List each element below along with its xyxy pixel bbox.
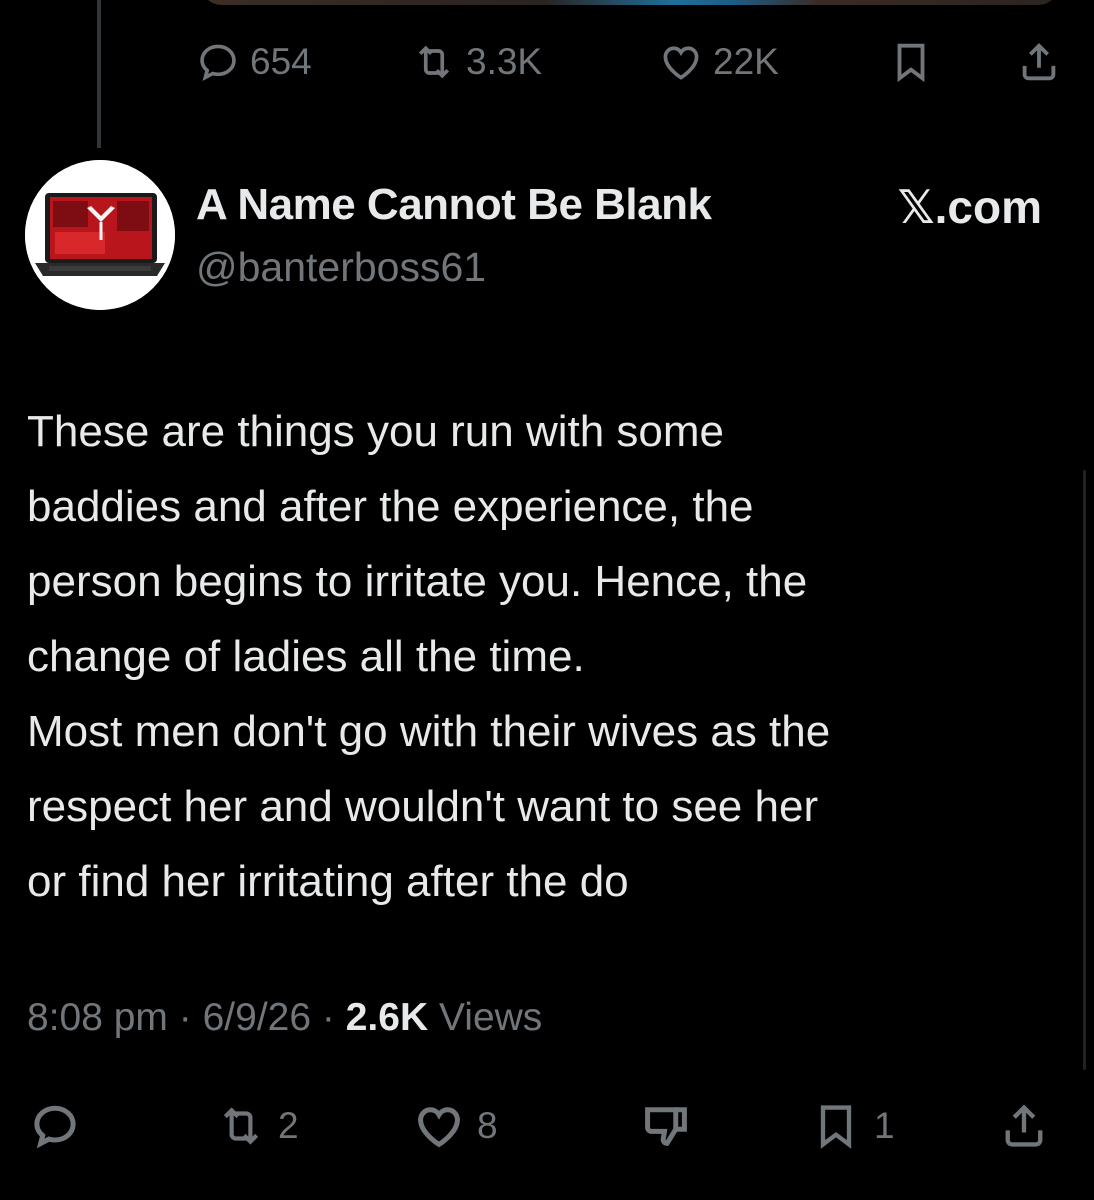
like-count: 8 (477, 1105, 498, 1146)
bookmark-count: 1 (874, 1105, 895, 1146)
like-icon (663, 46, 699, 80)
previous-reply-button[interactable]: 654 (196, 40, 312, 84)
tweet-time[interactable]: 8:08 pm (27, 996, 168, 1039)
avatar[interactable] (25, 160, 175, 310)
dislike-button[interactable] (640, 1100, 692, 1152)
like-button[interactable]: 8 (413, 1100, 498, 1152)
thread-connector-line (97, 0, 101, 148)
author-handle[interactable]: @banterboss61 (196, 244, 486, 291)
share-button[interactable] (998, 1100, 1050, 1152)
tweet-date[interactable]: 6/9/26 (203, 996, 311, 1039)
views-label: Views (438, 996, 543, 1039)
meta-separator: · (178, 996, 192, 1039)
previous-like-button[interactable]: 22K (659, 40, 779, 84)
bookmark-icon (820, 1105, 852, 1149)
like-icon (418, 1107, 460, 1148)
repost-icon (418, 45, 450, 79)
share-icon (1005, 1104, 1043, 1147)
tweet-text-line: These are things you run with some (27, 407, 725, 456)
previous-share-button[interactable] (1016, 39, 1062, 85)
author-display-name[interactable]: A Name Cannot Be Blank (196, 180, 712, 230)
bookmark-icon (897, 43, 925, 83)
laptop-avatar-image (25, 160, 175, 310)
tweet-text: These are things you run with some baddi… (27, 394, 1077, 919)
previous-bookmark-button[interactable] (888, 39, 934, 85)
tweet-text-line: or find her irritating after the do (27, 857, 629, 906)
repost-icon (223, 1107, 259, 1145)
reply-icon (34, 1105, 76, 1149)
repost-count: 3.3K (466, 41, 543, 82)
reply-count: 654 (250, 41, 312, 82)
bookmark-button[interactable]: 1 (810, 1100, 895, 1152)
x-com-watermark: 𝕏.com (897, 181, 1042, 233)
tweet-text-line: change of ladies all the time. (27, 632, 585, 681)
like-count: 22K (713, 41, 779, 82)
previous-repost-button[interactable]: 3.3K (412, 40, 542, 84)
tweet-text-line: person begins to irritate you. Hence, th… (27, 557, 808, 606)
tweet-meta: 8:08 pm · 6/9/26 · 2.6K Views (27, 996, 542, 1040)
repost-count: 2 (278, 1105, 299, 1146)
scrollbar[interactable] (1083, 470, 1086, 1070)
repost-button[interactable]: 2 (216, 1101, 299, 1151)
reply-icon (200, 44, 236, 81)
tweet-text-line: Most men don't go with their wives as th… (27, 707, 831, 756)
share-icon (1022, 42, 1056, 81)
views-count: 2.6K (345, 996, 429, 1039)
tweet-text-line: respect her and wouldn't want to see her (27, 782, 819, 831)
tweet-text-line: baddies and after the experience, the (27, 482, 754, 531)
reply-button[interactable] (30, 1101, 80, 1151)
meta-separator: · (321, 996, 335, 1039)
dislike-icon (645, 1107, 687, 1146)
previous-tweet-media[interactable] (200, 0, 1060, 5)
